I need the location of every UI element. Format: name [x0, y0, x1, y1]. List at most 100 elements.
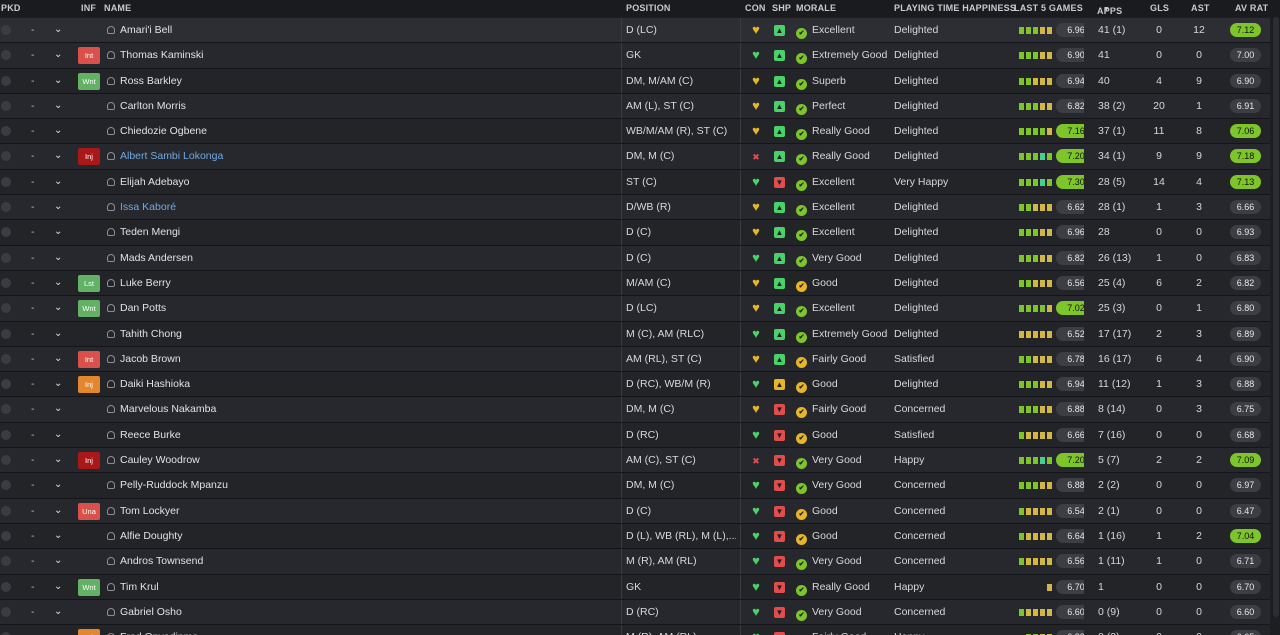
status-badge[interactable]: Int	[78, 47, 100, 65]
pick-toggle-icon[interactable]	[1, 25, 11, 35]
player-name-text[interactable]: Reece Burke	[120, 429, 181, 441]
selection-dropdown[interactable]: -⌄	[20, 397, 75, 421]
pkd-cell[interactable]	[0, 94, 14, 118]
player-name[interactable]: Carlton Morris	[107, 94, 607, 118]
selection-dropdown[interactable]: -⌄	[20, 625, 75, 635]
pkd-cell[interactable]	[0, 423, 14, 447]
table-row[interactable]: - ⌄ Marvelous Nakamba DM, M (C) ♥ ▼ ✔ Fairly Go…	[0, 397, 1270, 423]
selection-dropdown[interactable]: -⌄	[20, 499, 75, 523]
player-name[interactable]: Jacob Brown	[107, 347, 607, 371]
player-name[interactable]: Albert Sambi Lokonga	[107, 144, 607, 168]
chevron-down-icon[interactable]: ⌄	[54, 499, 62, 523]
table-row[interactable]: -⌄InjFred OnyedinmaM (R), AM (RL)♥▼✔Fair…	[0, 625, 1270, 635]
player-name[interactable]: Chiedozie Ogbene	[107, 119, 607, 143]
vertical-scrollbar[interactable]	[1272, 17, 1280, 617]
col-last5[interactable]: LAST 5 GAMES	[1014, 3, 1083, 13]
status-badge[interactable]: Wnt	[78, 300, 100, 318]
player-name[interactable]: Pelly-Ruddock Mpanzu	[107, 473, 607, 497]
pick-toggle-icon[interactable]	[1, 151, 11, 162]
player-name[interactable]: Thomas Kaminski	[107, 43, 607, 67]
chevron-down-icon[interactable]: ⌄	[54, 43, 62, 67]
selection-dropdown[interactable]: -⌄	[20, 144, 75, 168]
player-name[interactable]: Reece Burke	[107, 423, 607, 447]
chevron-down-icon[interactable]: ⌄	[54, 397, 62, 421]
chevron-down-icon[interactable]: ⌄	[54, 18, 62, 42]
player-name-text[interactable]: Chiedozie Ogbene	[120, 125, 207, 137]
col-morale[interactable]: MORALE	[796, 3, 836, 13]
pick-toggle-icon[interactable]	[1, 429, 11, 440]
pick-toggle-icon[interactable]	[1, 126, 11, 137]
pkd-cell[interactable]	[0, 246, 14, 270]
player-name-text[interactable]: Daiki Hashioka	[120, 378, 190, 390]
player-name-text[interactable]: Tim Krul	[120, 581, 159, 593]
table-row[interactable]: - ⌄ Alfie Doughty D (L), WB (RL), M (L),...…	[0, 523, 1270, 550]
selection-dropdown[interactable]: -⌄	[20, 296, 75, 320]
player-name[interactable]: Cauley Woodrow	[107, 448, 607, 472]
player-name-text[interactable]: Jacob Brown	[120, 353, 181, 365]
selection-dropdown[interactable]: -⌄	[20, 448, 75, 472]
status-badge[interactable]: Inj	[78, 452, 100, 470]
pick-toggle-icon[interactable]	[1, 202, 11, 213]
table-row[interactable]: - ⌄ Int Jacob Brown AM (RL), ST (C) ♥ ▲ ✔ Fairly…	[0, 346, 1270, 373]
player-name[interactable]: Tim Krul	[107, 575, 607, 599]
player-name[interactable]: Dan Potts	[107, 296, 607, 320]
selection-dropdown[interactable]: -⌄	[20, 549, 75, 573]
player-name[interactable]: Teden Mengi	[107, 220, 607, 244]
player-name[interactable]: Fred Onyedinma	[107, 625, 607, 635]
chevron-down-icon[interactable]: ⌄	[54, 271, 62, 295]
selection-dropdown[interactable]: -⌄	[20, 94, 75, 118]
pick-toggle-icon[interactable]	[1, 530, 11, 541]
player-name-text[interactable]: Gabriel Osho	[120, 606, 182, 618]
table-row[interactable]: - ⌄ Inj Albert Sambi Lokonga DM, M (C) ✖ ▲ ✔ Rea…	[0, 144, 1270, 170]
selection-dropdown[interactable]: -⌄	[20, 246, 75, 270]
table-row[interactable]: - ⌄ Una Tom Lockyer D (C) ♥ ▼ ✔ Good Concerned 6.5…	[0, 498, 1270, 524]
status-badge[interactable]: Inj	[78, 148, 100, 166]
col-position[interactable]: POSITION	[626, 3, 671, 13]
chevron-down-icon[interactable]: ⌄	[54, 170, 62, 194]
table-row[interactable]: - ⌄ Inj Cauley Woodrow AM (C), ST (C) ✖ ▼ ✔ Very…	[0, 448, 1270, 474]
col-ast[interactable]: AST	[1191, 3, 1210, 13]
player-name-text[interactable]: Fred Onyedinma	[120, 631, 198, 635]
player-name-text[interactable]: Tom Lockyer	[120, 505, 180, 517]
pkd-cell[interactable]	[0, 524, 14, 548]
selection-dropdown[interactable]: -⌄	[20, 43, 75, 67]
selection-dropdown[interactable]: -⌄	[20, 473, 75, 497]
chevron-down-icon[interactable]: ⌄	[54, 372, 62, 396]
chevron-down-icon[interactable]: ⌄	[54, 524, 62, 548]
pkd-cell[interactable]	[0, 195, 14, 219]
pick-toggle-icon[interactable]	[1, 581, 11, 592]
pkd-cell[interactable]	[0, 473, 14, 497]
pkd-cell[interactable]	[0, 549, 14, 573]
selection-dropdown[interactable]: -⌄	[20, 600, 75, 624]
table-row[interactable]: - ⌄ Andros Townsend M (R), AM (RL) ♥ ▼ ✔ Very G…	[0, 549, 1270, 575]
status-badge[interactable]: Inj	[78, 629, 100, 635]
table-row[interactable]: - ⌄ Wnt Tim Krul GK ♥ ▼ ✔ Really Good Happy 6.70 1 0…	[0, 574, 1270, 600]
pkd-cell[interactable]	[0, 372, 14, 396]
pkd-cell[interactable]	[0, 625, 14, 635]
pkd-cell[interactable]	[0, 499, 14, 523]
pkd-cell[interactable]	[0, 18, 14, 42]
col-playing-time[interactable]: PLAYING TIME HAPPINESS	[894, 3, 1016, 13]
player-name[interactable]: Alfie Doughty	[107, 524, 607, 548]
status-badge[interactable]: Int	[78, 350, 100, 368]
player-name[interactable]: Amari'i Bell	[107, 18, 607, 42]
pkd-cell[interactable]	[0, 69, 14, 93]
pkd-cell[interactable]	[0, 119, 14, 143]
chevron-down-icon[interactable]: ⌄	[54, 246, 62, 270]
status-badge[interactable]: Una	[78, 502, 100, 520]
player-name-text[interactable]: Cauley Woodrow	[120, 454, 200, 466]
pkd-cell[interactable]	[0, 170, 14, 194]
chevron-down-icon[interactable]: ⌄	[54, 119, 62, 143]
selection-dropdown[interactable]: -⌄	[20, 170, 75, 194]
player-name-text[interactable]: Carlton Morris	[120, 100, 186, 112]
scrollbar-thumb[interactable]	[1273, 17, 1279, 617]
table-row[interactable]: - ⌄ Elijah Adebayo ST (C) ♥ ▼ ✔ Excellent Very H…	[0, 169, 1270, 196]
table-row[interactable]: - ⌄ Mads Andersen D (C) ♥ ▲ ✔ Very Good Delighte…	[0, 245, 1270, 271]
player-name[interactable]: Issa Kaboré	[107, 195, 607, 219]
pick-toggle-icon[interactable]	[1, 480, 11, 491]
pick-toggle-icon[interactable]	[1, 227, 11, 238]
player-name-text[interactable]: Issa Kaboré	[120, 201, 176, 213]
chevron-down-icon[interactable]: ⌄	[54, 575, 62, 599]
chevron-down-icon[interactable]: ⌄	[54, 625, 62, 635]
player-name-text[interactable]: Ross Barkley	[120, 75, 182, 87]
